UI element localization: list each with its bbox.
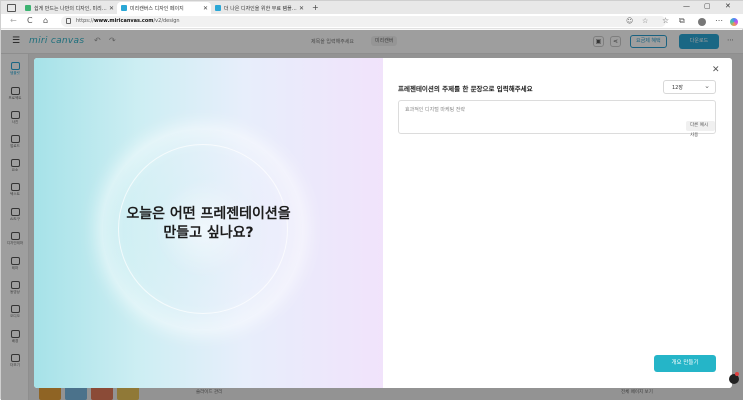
address-bar[interactable]: https://www.miricanvas.com/v2/design ☺ ☆ (61, 16, 666, 27)
tab-title: 쉽게 만드는 나만의 디자인, 미리… (34, 5, 107, 12)
tab-templates[interactable]: 더 나은 디자인을 위한 무료 템플… ✕ (211, 2, 307, 14)
headline-line: 만들고 싶나요? (163, 225, 254, 241)
lock-icon (66, 18, 71, 24)
ai-presentation-modal: 오늘은 어떤 프레젠테이션을 만들고 싶나요? ✕ 프레젠테이션의 주제를 한 … (34, 58, 732, 388)
profile-avatar[interactable] (698, 18, 706, 26)
tab-actions-icon[interactable] (7, 3, 16, 12)
other-example-button[interactable]: 다른 예시 사용 (686, 121, 715, 138)
modal-hero-panel: 오늘은 어떤 프레젠테이션을 만들고 싶나요? (34, 58, 383, 388)
tab-design-page[interactable]: 미리캔버스 디자인 페이지 ✕ (117, 2, 211, 14)
tab-title: 더 나은 디자인을 위한 무료 템플… (224, 5, 297, 12)
topic-placeholder: 효과적인 디지털 마케팅 전략 (405, 107, 465, 113)
reload-button[interactable]: C (27, 16, 33, 25)
favicon-icon (121, 5, 127, 11)
create-outline-button[interactable]: 개요 만들기 (654, 355, 716, 372)
close-icon[interactable]: ✕ (712, 65, 720, 75)
close-tab-icon[interactable]: ✕ (299, 5, 304, 12)
close-window-button[interactable]: ✕ (725, 2, 731, 10)
back-button[interactable]: ← (10, 16, 17, 25)
headline-line: 오늘은 어떤 프레젠테이션을 (126, 206, 291, 222)
minimize-button[interactable]: — (683, 2, 690, 10)
page-count-select[interactable]: 12장 ⌄ (663, 80, 716, 94)
tab-miricanvas-home[interactable]: 쉽게 만드는 나만의 디자인, 미리… ✕ (21, 2, 117, 14)
home-button[interactable]: ⌂ (43, 16, 48, 25)
modal-headline: 오늘은 어떤 프레젠테이션을 만들고 싶나요? (34, 205, 383, 243)
close-tab-icon[interactable]: ✕ (203, 5, 208, 12)
browser-toolbar: ← C ⌂ https://www.miricanvas.com/v2/desi… (1, 14, 743, 29)
notification-dot (735, 372, 739, 376)
new-tab-button[interactable]: + (312, 3, 319, 12)
prompt-label: 프레젠테이션의 주제를 한 문장으로 입력해주세요 (398, 85, 533, 93)
maximize-button[interactable]: ▢ (704, 2, 711, 10)
close-tab-icon[interactable]: ✕ (109, 5, 114, 12)
copilot-icon[interactable] (730, 18, 738, 26)
tab-strip: 쉽게 만드는 나만의 디자인, 미리… ✕ 미리캔버스 디자인 페이지 ✕ 더 … (1, 1, 743, 14)
reader-icon[interactable]: ☺ (626, 17, 633, 25)
modal-form-panel: ✕ 프레젠테이션의 주제를 한 문장으로 입력해주세요 12장 ⌄ 효과적인 디… (383, 58, 732, 388)
favorites-icon[interactable]: ☆ (662, 16, 669, 25)
collections-icon[interactable]: ⧉ (679, 16, 685, 26)
favicon-icon (25, 5, 31, 11)
topic-input[interactable]: 효과적인 디지털 마케팅 전략 다른 예시 사용 (398, 100, 716, 138)
url-text: https://www.miricanvas.com/v2/design (76, 18, 180, 24)
browser-window: 쉽게 만드는 나만의 디자인, 미리… ✕ 미리캔버스 디자인 페이지 ✕ 더 … (0, 0, 743, 400)
more-menu-icon[interactable]: ⋯ (715, 16, 723, 25)
favicon-icon (215, 5, 221, 11)
favorite-star-icon[interactable]: ☆ (642, 17, 648, 25)
page-count-value: 12장 (672, 85, 683, 91)
chevron-down-icon: ⌄ (704, 82, 710, 90)
tab-title: 미리캔버스 디자인 페이지 (130, 5, 184, 12)
